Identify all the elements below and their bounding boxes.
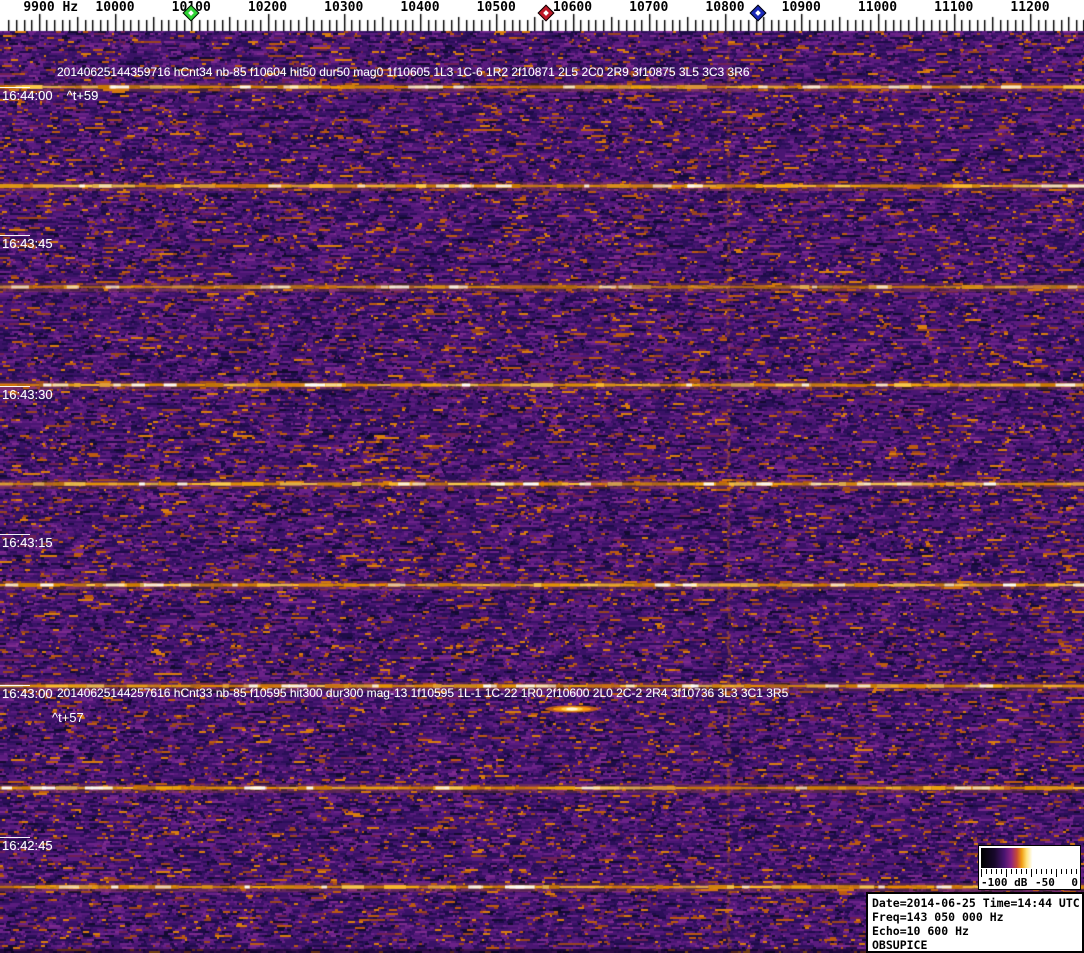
freq-tick-label: 10500 — [476, 0, 516, 15]
freq-tick-label: 10900 — [781, 0, 821, 15]
color-gradient-bar — [981, 848, 1078, 868]
scale-label-max: 0 — [1071, 876, 1078, 889]
meteor-spectrogram-window: 9900 Hz100001010010200103001040010500106… — [0, 0, 1084, 953]
freq-tick-label: 9900 Hz — [23, 0, 79, 15]
time-label: 16:43:30 — [2, 387, 53, 402]
time-label: 16:44:00 ^t+59 — [2, 88, 99, 103]
marker-core-dot — [755, 10, 761, 16]
time-label: 16:43:45 — [2, 236, 53, 251]
scale-label-min: -100 dB — [981, 876, 1028, 889]
info-line: Freq=143 050 000 Hz — [872, 910, 1004, 924]
time-label: 16:42:45 — [2, 838, 53, 853]
time-label: 16:43:15 — [2, 535, 53, 550]
freq-tick-label: 10000 — [95, 0, 135, 15]
info-line: Date=2014-06-25 Time=14:44 UTC — [872, 896, 1080, 910]
marker-core-dot — [188, 10, 194, 16]
marker-core-dot — [543, 10, 549, 16]
status-info-box: Date=2014-06-25 Time=14:44 UTC Freq=143 0… — [866, 892, 1084, 953]
freq-tick-label: 10600 — [552, 0, 593, 15]
info-line: OBSUPICE — [872, 938, 928, 952]
time-label: 16:43:00 — [2, 686, 53, 701]
freq-tick-label: 10800 — [705, 0, 745, 15]
scale-label-mid: -50 — [1035, 876, 1055, 889]
freq-tick-label: 11100 — [934, 0, 974, 15]
freq-tick-label: 11000 — [857, 0, 898, 15]
freq-tick-label: 10400 — [400, 0, 440, 15]
freq-tick-label: 10200 — [247, 0, 288, 15]
freq-tick-label: 10300 — [324, 0, 364, 15]
db-color-scale: -100 dB -50 0 — [978, 845, 1081, 890]
spectrogram-canvas[interactable] — [0, 0, 1084, 953]
event-annotation: 20140625144257616 hCnt33 nb-85 f10595 hi… — [57, 686, 789, 700]
time-offset-marker: ^t+59 — [66, 88, 99, 103]
freq-tick-label: 11200 — [1010, 0, 1050, 15]
event-time-marker: ^t+57 — [52, 710, 84, 725]
info-line: Echo=10 600 Hz — [872, 924, 969, 938]
event-annotation: 20140625144359716 hCnt34 nb-85 f10604 hi… — [57, 65, 750, 79]
freq-tick-label: 10700 — [629, 0, 669, 15]
